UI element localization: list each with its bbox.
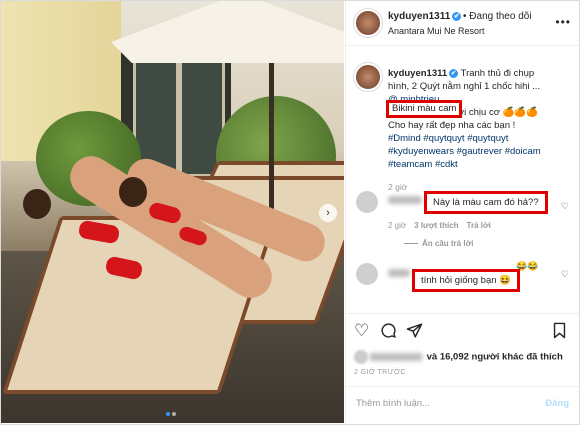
post-header: kyduyen1311 ✔ • Đang theo dõi Anantara Mu…	[346, 1, 579, 46]
caption-hashtags[interactable]: #teamcam #cdkt	[388, 158, 574, 171]
photo-umbrella	[111, 1, 344, 63]
caption-avatar[interactable]	[354, 63, 382, 91]
post-side-panel: kyduyen1311 ✔ • Đang theo dõi Anantara Mu…	[345, 1, 579, 423]
caption-line4: Cho hay rất đẹp nha các bạn !	[388, 120, 516, 131]
post-caption: kyduyen1311 ✔ Tranh thủ đi chụp hình, 2 Q…	[388, 67, 574, 171]
caption-hashtags[interactable]: #Dmind #quytquyt #quytquyt	[388, 132, 574, 145]
heart-icon[interactable]: ♡	[354, 322, 369, 339]
commenter-name-blurred	[388, 196, 422, 204]
comment-like-icon[interactable]: ♡	[561, 201, 569, 212]
comment-likes[interactable]: 3 lượt thích	[414, 221, 458, 230]
commenter-name-blurred	[388, 269, 410, 277]
likes-count-text: và 16,092 người khác đã thích	[426, 351, 563, 363]
author-username[interactable]: kyduyen1311 ✔	[388, 11, 462, 22]
caption-username[interactable]: kyduyen1311	[388, 68, 447, 79]
carousel-dot-active	[166, 412, 170, 416]
comment-meta: 2 giờ 3 lượt thích Trả lời	[388, 221, 491, 230]
more-options-icon[interactable]: •••	[555, 15, 571, 29]
post-time: 2 GIỜ TRƯỚC	[354, 369, 406, 376]
comment-time: 2 giờ	[388, 221, 407, 230]
post-actions: ♡	[346, 313, 579, 354]
commenter-avatar[interactable]	[356, 263, 378, 285]
comment-like-icon[interactable]: ♡	[561, 269, 569, 280]
author-avatar[interactable]	[354, 9, 382, 37]
hide-replies-button[interactable]: Ẩn câu trả lời	[404, 239, 473, 248]
add-comment-bar: Đăng	[346, 386, 579, 424]
share-icon[interactable]	[406, 322, 423, 342]
next-photo-button[interactable]: ›	[319, 204, 337, 222]
post-comment-button[interactable]: Đăng	[545, 398, 569, 409]
carousel-dot	[172, 412, 176, 416]
post-photo[interactable]: ›	[1, 1, 344, 423]
caption-line1: Tranh thủ đi chụp	[460, 68, 535, 79]
caption-hashtags[interactable]: #kyduyenwears #gautrever #doicam	[388, 145, 574, 158]
carousel-dots	[165, 408, 177, 418]
add-comment-input[interactable]	[354, 397, 528, 410]
caption-highlight-box: Bikini màu cam	[386, 100, 463, 118]
likes-summary[interactable]: và 16,092 người khác đã thích	[354, 350, 563, 364]
comment-reply-button[interactable]: Trả lời	[467, 221, 491, 230]
comment-highlight-box: tính hỏi giống bạn 😆	[412, 269, 521, 292]
photo-hair	[23, 189, 51, 219]
verified-badge-icon: ✔	[449, 68, 459, 78]
follow-status-button[interactable]: • Đang theo dõi	[463, 11, 532, 22]
bookmark-icon[interactable]	[552, 322, 567, 342]
caption-time: 2 giờ	[388, 182, 408, 192]
caption-line2: hình, 2 Quýt nằm nghỉ 1 chốc hihi ...	[388, 81, 541, 92]
liker-name-blurred	[370, 353, 422, 361]
liker-avatar-blurred	[354, 350, 368, 364]
verified-badge-icon: ✔	[452, 11, 462, 21]
comment-highlight-box: Này là màu cam đó hả??	[424, 191, 548, 214]
post-location-link[interactable]: Anantara Mui Ne Resort	[388, 26, 485, 36]
photo-hair	[119, 177, 147, 207]
commenter-avatar[interactable]	[356, 191, 378, 213]
comment-icon[interactable]	[380, 322, 397, 342]
